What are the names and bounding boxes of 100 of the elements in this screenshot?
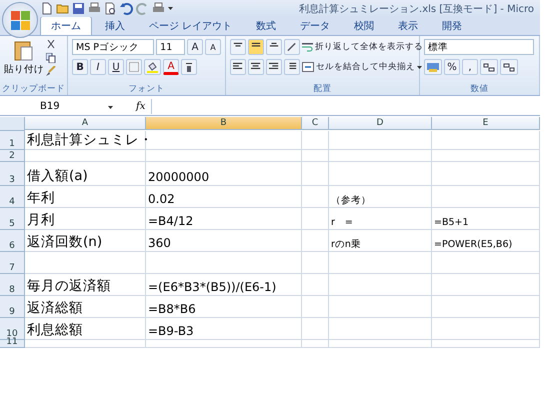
row-header[interactable]: 5: [0, 208, 25, 230]
table-cell[interactable]: [432, 131, 540, 150]
row-header[interactable]: 9: [0, 296, 25, 318]
table-cell[interactable]: [302, 340, 329, 348]
table-cell[interactable]: [432, 340, 540, 348]
bold-button[interactable]: B: [72, 59, 88, 76]
table-cell[interactable]: [302, 162, 329, 186]
font-color-button[interactable]: A: [163, 59, 179, 76]
table-cell[interactable]: [432, 296, 540, 318]
ribbon-tab[interactable]: 挿入: [94, 16, 136, 36]
scissors-icon[interactable]: [46, 40, 56, 50]
select-all-corner[interactable]: [0, 117, 25, 131]
table-cell[interactable]: [432, 274, 540, 296]
fill-color-button[interactable]: [144, 59, 161, 76]
row-header[interactable]: 4: [0, 186, 25, 208]
row-header[interactable]: 7: [0, 252, 25, 274]
row-header[interactable]: 6: [0, 230, 25, 252]
table-cell[interactable]: [146, 340, 302, 348]
currency-button[interactable]: [424, 59, 442, 76]
table-cell[interactable]: 利息計算シュミレ・: [25, 131, 146, 150]
increase-decimal-button[interactable]: [480, 59, 498, 76]
name-box[interactable]: B19: [0, 98, 116, 114]
ribbon-tab[interactable]: ホーム: [40, 16, 92, 36]
table-cell[interactable]: =B9-B3: [146, 318, 302, 340]
column-header[interactable]: D: [329, 117, 432, 130]
new-file-icon[interactable]: [40, 2, 53, 16]
ribbon-tab[interactable]: 校閲: [343, 16, 386, 36]
align-center-button[interactable]: [248, 59, 264, 76]
ribbon-tab[interactable]: ページ レイアウト: [138, 16, 244, 36]
shrink-font-button[interactable]: A: [205, 39, 221, 56]
table-cell[interactable]: [302, 150, 329, 162]
merge-center-button[interactable]: セルを結合して中央揃え: [302, 59, 422, 76]
font-size-field[interactable]: 11: [156, 39, 185, 56]
grow-font-button[interactable]: A: [187, 39, 203, 56]
border-button[interactable]: [126, 59, 142, 76]
table-cell[interactable]: 借入額(a): [25, 162, 146, 186]
ribbon-tab[interactable]: データ: [289, 16, 342, 36]
table-cell[interactable]: 利息総額: [25, 318, 146, 340]
table-cell[interactable]: [329, 340, 432, 348]
align-right-button[interactable]: [266, 59, 282, 76]
align-bottom-button[interactable]: [266, 39, 282, 56]
table-cell[interactable]: =B5+1: [432, 208, 540, 230]
row-header[interactable]: 1: [0, 131, 25, 150]
table-cell[interactable]: [302, 186, 329, 208]
column-header[interactable]: C: [302, 117, 329, 130]
table-cell[interactable]: （参考）: [329, 186, 432, 208]
function-label[interactable]: fx: [136, 100, 146, 112]
ribbon-tab[interactable]: 開発: [431, 16, 474, 36]
table-cell[interactable]: [302, 252, 329, 274]
wrap-text-button[interactable]: 折り返して全体を表示する: [302, 39, 423, 56]
table-cell[interactable]: [329, 252, 432, 274]
table-cell[interactable]: [329, 296, 432, 318]
paste-button[interactable]: 貼り付け: [4, 39, 44, 76]
orientation-button[interactable]: [284, 39, 300, 56]
table-cell[interactable]: [302, 318, 329, 340]
font-name-field[interactable]: MS Pゴシック: [72, 39, 154, 56]
table-cell[interactable]: 毎月の返済額: [25, 274, 146, 296]
table-cell[interactable]: [329, 150, 432, 162]
table-cell[interactable]: 20000000: [146, 162, 302, 186]
folder-icon[interactable]: [56, 2, 69, 16]
table-cell[interactable]: [302, 208, 329, 230]
row-header[interactable]: 3: [0, 162, 25, 186]
table-cell[interactable]: [329, 131, 432, 150]
table-cell[interactable]: [302, 274, 329, 296]
table-cell[interactable]: r =: [329, 208, 432, 230]
table-cell[interactable]: 返済総額: [25, 296, 146, 318]
align-top-button[interactable]: [230, 39, 246, 56]
row-header[interactable]: 2: [0, 150, 25, 162]
number-format-field[interactable]: 標準: [424, 39, 534, 56]
table-cell[interactable]: 月利: [25, 208, 146, 230]
table-cell[interactable]: [146, 252, 302, 274]
table-cell[interactable]: [302, 131, 329, 150]
column-header[interactable]: A: [25, 117, 146, 130]
table-cell[interactable]: [432, 318, 540, 340]
comma-button[interactable]: ,: [462, 59, 478, 76]
table-cell[interactable]: [329, 162, 432, 186]
column-header[interactable]: B: [146, 117, 302, 130]
save-icon[interactable]: [72, 2, 85, 16]
italic-button[interactable]: I: [90, 59, 106, 76]
office-button[interactable]: [2, 2, 38, 38]
table-cell[interactable]: 返済回数(n): [25, 230, 146, 252]
table-cell[interactable]: [432, 150, 540, 162]
column-header[interactable]: E: [432, 117, 540, 130]
table-cell[interactable]: [432, 162, 540, 186]
table-cell[interactable]: 0.02: [146, 186, 302, 208]
table-cell[interactable]: [329, 318, 432, 340]
table-cell[interactable]: 360: [146, 230, 302, 252]
ribbon-tab[interactable]: 数式: [245, 16, 288, 36]
undo-icon[interactable]: [120, 2, 133, 16]
brush-icon[interactable]: [46, 66, 56, 76]
table-cell[interactable]: [302, 296, 329, 318]
copy-icon[interactable]: [46, 52, 56, 63]
underline-button[interactable]: U: [108, 59, 124, 76]
table-cell[interactable]: [329, 274, 432, 296]
table-cell[interactable]: [146, 150, 302, 162]
table-cell[interactable]: 年利: [25, 186, 146, 208]
align-middle-button[interactable]: [248, 39, 264, 56]
table-cell[interactable]: [432, 252, 540, 274]
table-cell[interactable]: =B8*B6: [146, 296, 302, 318]
percent-button[interactable]: %: [444, 59, 460, 76]
